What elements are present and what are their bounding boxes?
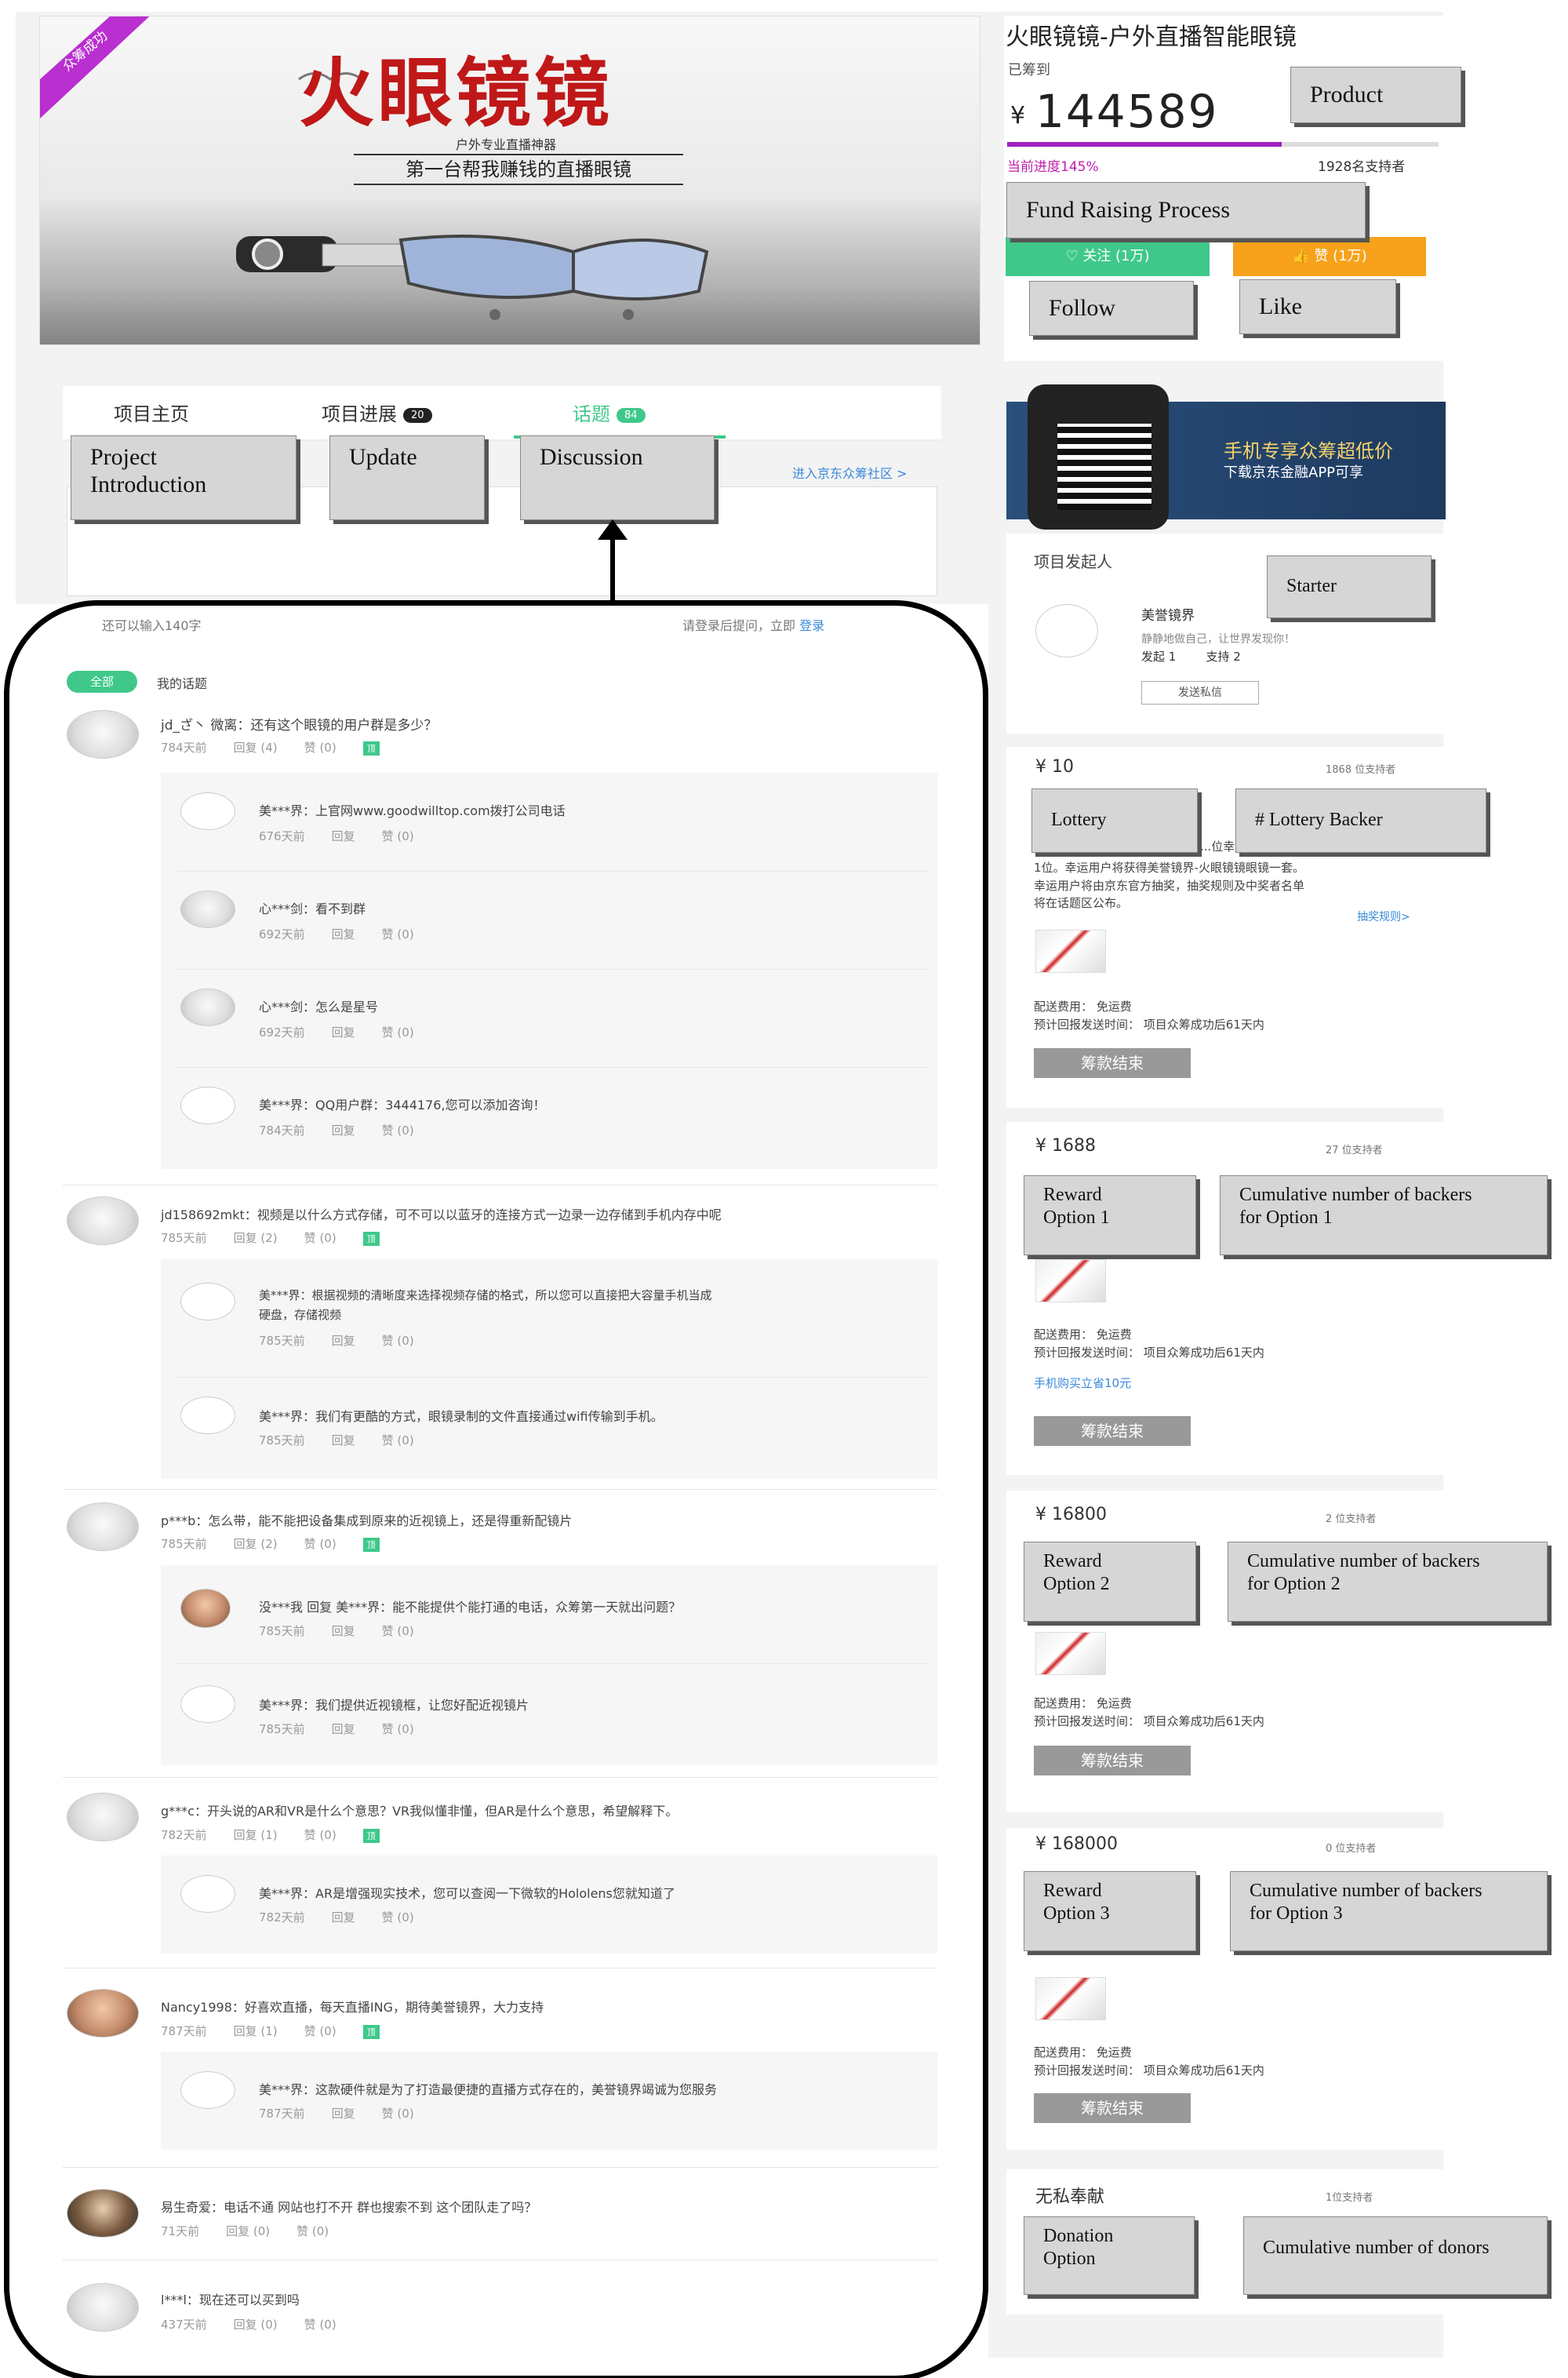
glasses-image	[236, 235, 709, 320]
reward-backers: 1868 位支持者	[1326, 764, 1396, 776]
funding-ended-button[interactable]: 筹款结束	[1034, 1048, 1191, 1078]
like-label: 赞 (1万)	[1314, 248, 1367, 264]
tab-progress-badge: 20	[403, 407, 432, 423]
annotation-update: Update	[329, 435, 485, 520]
hero-title: 火眼镜镜	[299, 49, 613, 137]
follow-button[interactable]: ♡ 关注 (1万)	[1006, 237, 1210, 276]
annotation-reward-2: Reward Option 2	[1024, 1542, 1196, 1622]
reward-desc: ...位幸	[1200, 839, 1235, 854]
reward-thumbnail	[1035, 1259, 1106, 1302]
reward-thumbnail	[1035, 930, 1106, 973]
annotation-follow: Follow	[1029, 281, 1194, 336]
raised-amount: 144589	[1035, 85, 1219, 138]
starter-logo[interactable]	[1035, 604, 1098, 657]
lottery-rules-link[interactable]: 抽奖规则>	[1357, 909, 1410, 924]
reward-thumbnail	[1035, 1977, 1106, 2020]
tab-topics-label: 话题	[573, 403, 610, 425]
raised-label: 已筹到	[1008, 62, 1050, 78]
tab-progress-label: 项目进展	[322, 403, 397, 425]
reward-shipping: 配送费用： 免运费	[1034, 1327, 1132, 1342]
donation-backers: 1位支持者	[1326, 2192, 1373, 2204]
currency-symbol: ¥	[1010, 102, 1026, 129]
annotation-donation: Donation Option	[1024, 2216, 1195, 2295]
send-message-button[interactable]: 发送私信	[1141, 681, 1259, 705]
reward-delivery: 预计回报发送时间： 项目众筹成功后61天内	[1034, 1714, 1264, 1728]
hero-banner: 众筹成功 火眼镜镜 户外专业直播神器 第一台帮我赚钱的直播眼镜	[39, 16, 980, 345]
reward-shipping: 配送费用： 免运费	[1034, 2045, 1132, 2059]
ribbon-icon	[40, 16, 150, 118]
annotation-discussion: Discussion	[520, 435, 715, 520]
app-promo-line1: 手机专享众筹超低价	[1224, 440, 1393, 462]
tab-bar	[63, 386, 941, 441]
reward-thumbnail	[1035, 1632, 1106, 1675]
discussion-highlight-outline	[4, 600, 988, 2378]
hero-tagline: 第一台帮我赚钱的直播眼镜	[354, 154, 683, 185]
app-promo-line2: 下载京东金融APP可享	[1224, 464, 1364, 481]
reward-delivery: 预计回报发送时间： 项目众筹成功后61天内	[1034, 1346, 1264, 1360]
annotation-project-intro: Project Introduction	[71, 435, 297, 520]
starter-name[interactable]: 美誉镜界	[1141, 604, 1195, 624]
starter-desc: 静静地做自己，让世界发现你！	[1141, 633, 1295, 646]
thumbs-up-icon: 👍	[1292, 248, 1315, 264]
reward-desc: 1位。幸运用户将获得美誉镜界-火眼镜镜眼镜一套。	[1034, 861, 1304, 875]
reward-price: ¥ 10	[1035, 757, 1074, 777]
progress-fill	[1007, 142, 1282, 147]
qr-code-icon	[1057, 424, 1151, 510]
annotation-reward-1: Reward Option 1	[1024, 1175, 1196, 1255]
tab-progress[interactable]: 项目进展 20	[322, 399, 432, 426]
reward-desc: 幸运用户将由京东官方抽奖，抽奖规则及中奖者名单	[1034, 879, 1305, 893]
reward-price: ¥ 1688	[1035, 1136, 1096, 1156]
product-title: 火眼镜镜-户外直播智能眼镜	[1006, 24, 1297, 51]
reward-backers: 0 位支持者	[1326, 1843, 1377, 1855]
supporters-count: 1928名支持者	[1318, 159, 1406, 175]
reward-price: ¥ 16800	[1035, 1505, 1107, 1524]
funding-ended-button[interactable]: 筹款结束	[1034, 1746, 1191, 1775]
starter-launched: 发起 1	[1141, 650, 1177, 664]
tab-topics[interactable]: 话题 84	[573, 399, 646, 426]
starter-title: 项目发起人	[1034, 552, 1112, 571]
like-button[interactable]: 👍 赞 (1万)	[1233, 237, 1426, 276]
annotation-donation-count: Cumulative number of donors	[1243, 2216, 1548, 2295]
starter-supported: 支持 2	[1206, 650, 1241, 664]
annotation-reward-3: Reward Option 3	[1024, 1871, 1196, 1951]
annotation-starter: Starter	[1267, 555, 1432, 618]
annotation-lottery-backer: # Lottery Backer	[1235, 788, 1486, 853]
hero-subtitle: 户外专业直播神器	[456, 137, 557, 152]
annotation-lottery: Lottery	[1031, 788, 1198, 853]
reward-backers: 27 位支持者	[1326, 1145, 1383, 1156]
reward-shipping: 配送费用： 免运费	[1034, 1000, 1132, 1014]
follow-label: 关注 (1万)	[1082, 248, 1150, 264]
annotation-reward-2-count: Cumulative number of backers for Option …	[1228, 1542, 1548, 1622]
reward-shipping: 配送费用： 免运费	[1034, 1696, 1132, 1710]
reward-desc: 将在话题区公布。	[1034, 896, 1129, 910]
funding-ended-button[interactable]: 筹款结束	[1034, 1416, 1191, 1446]
mobile-discount-link[interactable]: 手机购买立省10元	[1034, 1375, 1131, 1391]
progress-label: 当前进度145%	[1007, 159, 1099, 175]
tab-topics-badge: 84	[617, 407, 646, 423]
tab-project-home[interactable]: 项目主页	[114, 399, 189, 426]
community-link[interactable]: 进入京东众筹社区 >	[792, 463, 908, 482]
donation-title: 无私奉献	[1035, 2187, 1105, 2207]
annotation-reward-3-count: Cumulative number of backers for Option …	[1230, 1871, 1548, 1951]
funding-ended-button[interactable]: 筹款结束	[1034, 2093, 1191, 2123]
annotation-like: Like	[1239, 279, 1396, 334]
annotation-reward-1-count: Cumulative number of backers for Option …	[1220, 1175, 1548, 1255]
reward-delivery: 预计回报发送时间： 项目众筹成功后61天内	[1034, 2063, 1264, 2078]
starter-stats: 发起 1 支持 2	[1141, 648, 1241, 665]
annotation-fund-raising: Fund Raising Process	[1006, 182, 1366, 239]
reward-price: ¥ 168000	[1035, 1834, 1118, 1854]
heart-icon: ♡	[1065, 248, 1083, 264]
annotation-product: Product	[1290, 67, 1461, 123]
reward-delivery: 预计回报发送时间： 项目众筹成功后61天内	[1034, 1018, 1264, 1032]
reward-backers: 2 位支持者	[1326, 1513, 1377, 1525]
arrow-up-icon	[598, 519, 628, 540]
